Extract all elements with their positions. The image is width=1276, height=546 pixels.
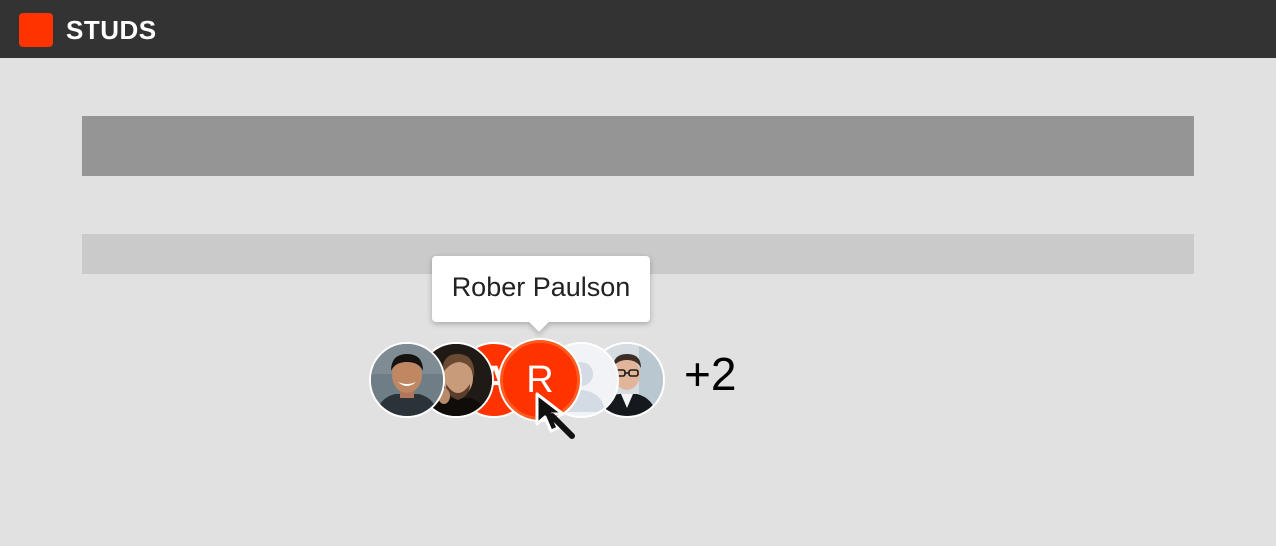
avatar-tooltip: Rober Paulson [432,256,650,332]
app-header: STUDS [0,0,1276,58]
logo-icon [19,13,53,47]
content-placeholder-bar [82,116,1194,176]
tooltip-text: Rober Paulson [451,272,631,302]
avatar[interactable] [369,342,445,418]
person-photo-smiling-man [371,344,443,416]
app-title: STUDS [66,15,157,45]
avatar-overflow-count[interactable]: +2 [684,348,736,400]
mouse-pointer-icon [535,392,575,439]
